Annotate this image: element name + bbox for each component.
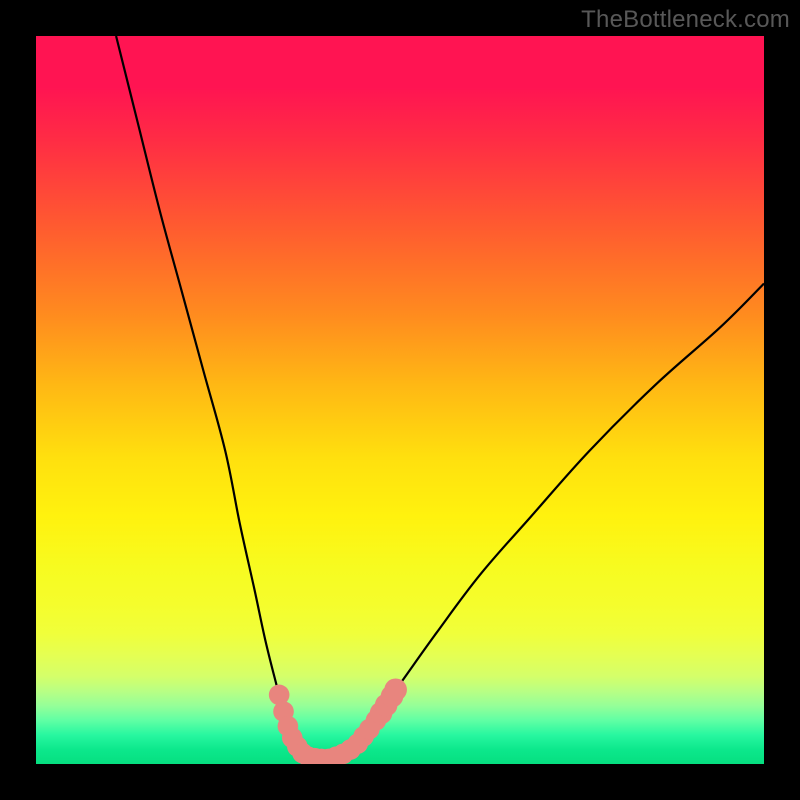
curve-left-branch <box>116 36 298 753</box>
plot-area <box>36 36 764 764</box>
chart-svg <box>36 36 764 764</box>
marker-group <box>269 678 407 764</box>
data-marker <box>384 678 407 701</box>
watermark-text: TheBottleneck.com <box>581 6 790 34</box>
curve-right-branch <box>353 284 764 748</box>
frame: TheBottleneck.com <box>0 0 800 800</box>
